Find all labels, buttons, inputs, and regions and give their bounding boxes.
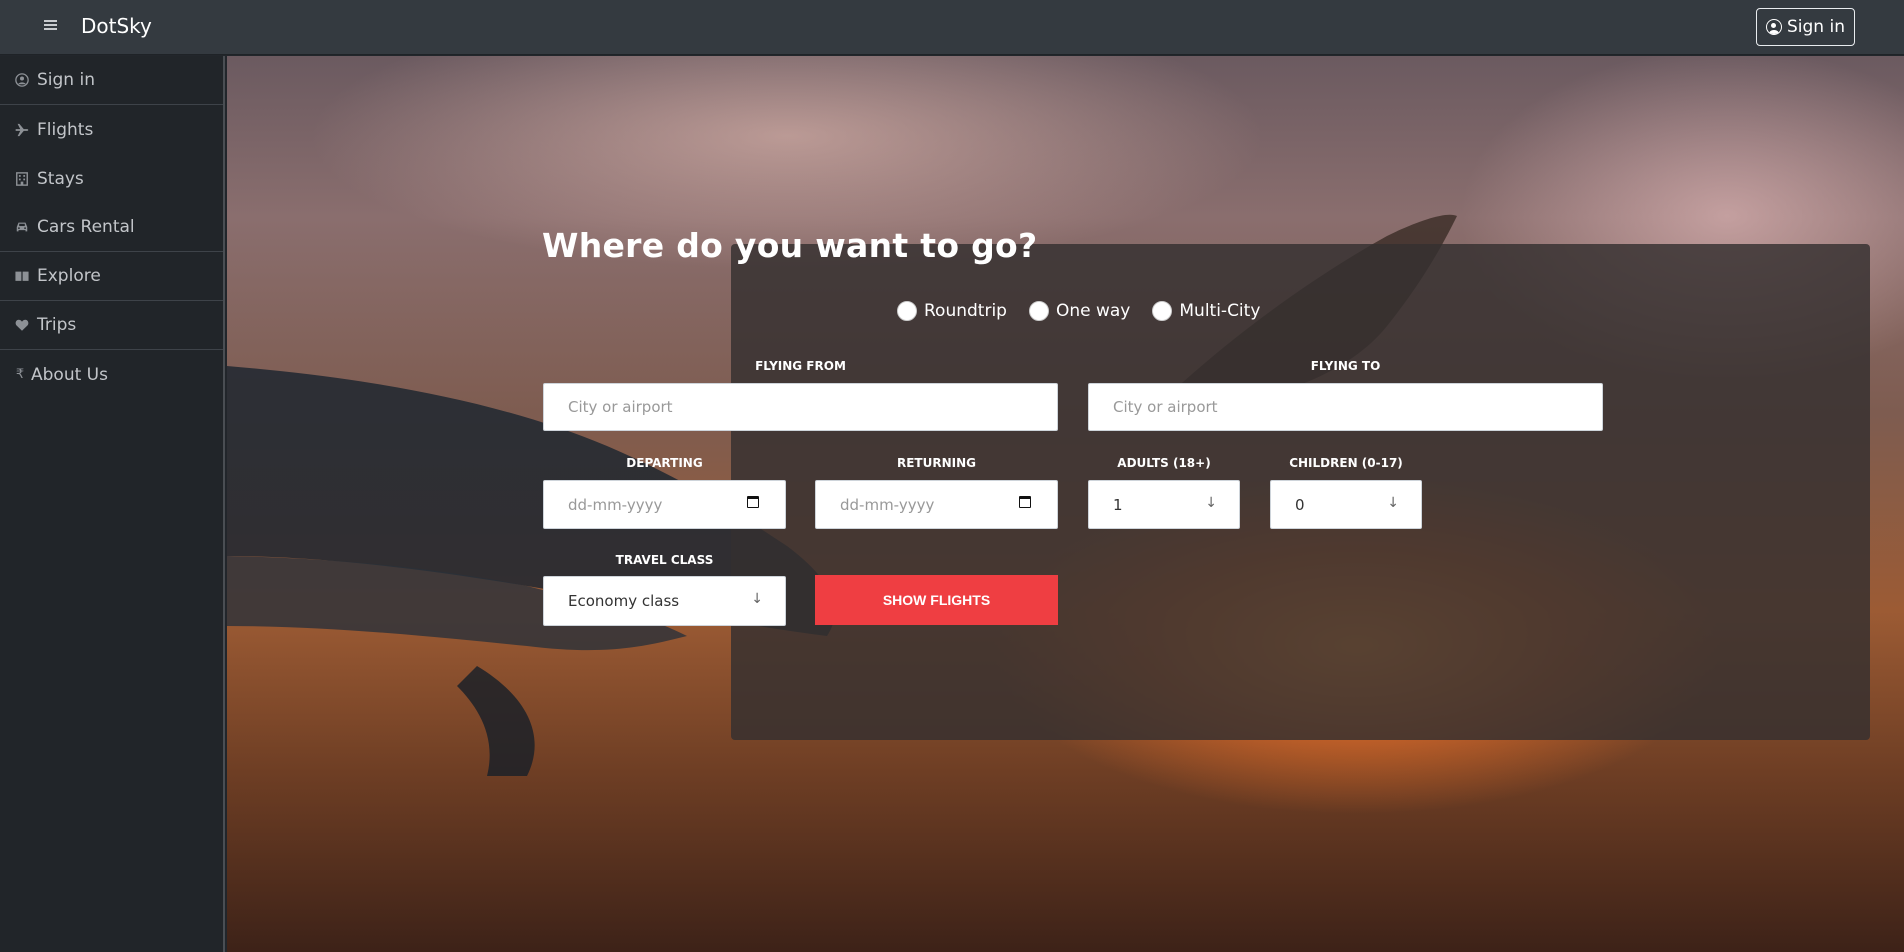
flying-to-placeholder: City or airport: [1113, 398, 1218, 416]
travel-class-label: TRAVEL CLASS: [615, 553, 714, 567]
sidebar-item-label: Cars Rental: [37, 217, 135, 237]
flying-to-input[interactable]: City or airport: [1088, 383, 1603, 431]
children-value: 0: [1295, 495, 1305, 514]
sidebar-item-about-us[interactable]: ₹ About Us: [0, 350, 223, 399]
arrow-down-icon: ↓: [751, 591, 763, 607]
children-select[interactable]: 0 ↓: [1270, 480, 1422, 529]
children-label: CHILDREN (0-17): [1289, 456, 1403, 470]
adults-label: ADULTS (18+): [1117, 456, 1211, 470]
signin-button-label: Sign in: [1787, 17, 1845, 37]
hero-background-image: [227, 56, 1904, 952]
sidebar-item-label: Explore: [37, 266, 101, 286]
radio-roundtrip[interactable]: Roundtrip: [897, 301, 1007, 321]
arrow-down-icon: ↓: [1387, 495, 1399, 511]
sidebar-item-signin[interactable]: Sign in: [0, 56, 223, 105]
sidebar-item-label: Trips: [37, 315, 77, 335]
hamburger-menu-icon[interactable]: [44, 15, 58, 37]
flying-from-placeholder: City or airport: [568, 398, 673, 416]
returning-label: RETURNING: [896, 456, 976, 470]
building-icon: [15, 171, 29, 186]
travel-class-value: Economy class: [568, 592, 680, 610]
top-navbar: DotSky Sign in: [0, 0, 1904, 55]
sidebar-item-explore[interactable]: Explore: [0, 252, 223, 301]
sidebar-item-label: Sign in: [37, 70, 95, 90]
sidebar-item-trips[interactable]: Trips: [0, 301, 223, 350]
adults-value: 1: [1113, 495, 1123, 514]
radio-multi-city[interactable]: Multi-City: [1152, 301, 1260, 321]
radio-label: Roundtrip: [924, 301, 1007, 321]
flying-from-label: FLYING FROM: [755, 359, 846, 373]
radio-label: One way: [1055, 301, 1131, 321]
sidebar-item-label: Stays: [37, 168, 84, 189]
returning-placeholder: dd-mm-yyyy: [840, 495, 935, 514]
plane-icon: [15, 123, 29, 137]
departing-placeholder: dd-mm-yyyy: [568, 495, 663, 514]
car-icon: [15, 220, 29, 234]
departing-label: DEPARTING: [626, 456, 703, 470]
search-title: Where do you want to go?: [542, 226, 1038, 265]
departing-date-input[interactable]: dd-mm-yyyy: [543, 480, 786, 529]
rupee-icon: ₹: [15, 367, 25, 382]
radio-label: Multi-City: [1179, 301, 1261, 321]
radio-button[interactable]: [897, 301, 917, 321]
sidebar-item-label: About Us: [31, 364, 108, 385]
adults-select[interactable]: 1 ↓: [1088, 480, 1240, 529]
user-circle-icon: [15, 73, 29, 87]
calendar-icon[interactable]: [1019, 496, 1031, 508]
arrow-down-icon: ↓: [1205, 495, 1217, 511]
sidebar-item-label: Flights: [37, 119, 94, 140]
travel-class-select[interactable]: Economy class ↓: [543, 576, 786, 626]
signin-button[interactable]: Sign in: [1756, 8, 1855, 46]
heart-icon: [15, 318, 29, 332]
sidebar-item-stays[interactable]: Stays: [0, 154, 223, 203]
flying-from-input[interactable]: City or airport: [543, 383, 1058, 431]
radio-button[interactable]: [1028, 301, 1049, 321]
trip-type-radio-group: Roundtrip One way Multi-City: [897, 301, 1260, 321]
sidebar: Sign in Flights Stays Cars Rental Explor…: [0, 56, 225, 952]
show-flights-button[interactable]: SHOW FLIGHTS: [815, 575, 1058, 625]
radio-one-way[interactable]: One way: [1028, 301, 1131, 321]
calendar-icon[interactable]: [747, 496, 759, 508]
flying-to-label: FLYING TO: [1310, 359, 1381, 373]
returning-date-input[interactable]: dd-mm-yyyy: [815, 480, 1058, 529]
book-icon: [15, 269, 29, 283]
sidebar-item-flights[interactable]: Flights: [0, 105, 223, 154]
radio-button[interactable]: [1152, 301, 1173, 321]
brand-logo[interactable]: DotSky: [81, 14, 152, 38]
sidebar-item-cars-rental[interactable]: Cars Rental: [0, 203, 223, 252]
user-circle-icon: [1766, 19, 1782, 35]
